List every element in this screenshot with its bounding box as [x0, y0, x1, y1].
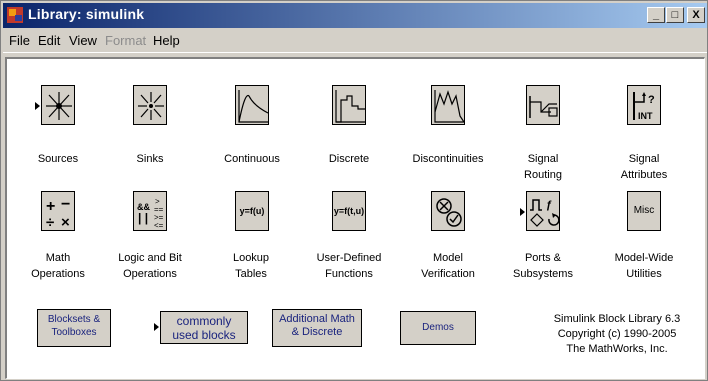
sinks-icon: [138, 92, 164, 120]
signal-routing-icon: [529, 96, 558, 118]
input-port-icon: [154, 323, 159, 331]
logic-bit-block[interactable]: && | | > == >= <=: [133, 191, 167, 231]
continuous-icon: [238, 90, 269, 123]
commonly-used-blocks-button[interactable]: commonly used blocks: [160, 311, 248, 344]
math-icon: + − ÷ ×: [46, 196, 70, 231]
input-port-icon: [520, 208, 525, 216]
model-wide-utilities-label: Model-Wide Utilities: [614, 252, 674, 280]
discontinuities-label: Discontinuities: [412, 153, 484, 165]
menu-edit[interactable]: Edit: [38, 33, 60, 48]
sinks-label: Sinks: [136, 153, 164, 165]
menu-help[interactable]: Help: [153, 33, 180, 48]
ports-subsystems-label: Ports & Subsystems: [513, 252, 573, 280]
menu-bar: File Edit View Format Help: [3, 29, 707, 53]
close-button[interactable]: X: [687, 7, 705, 23]
copyright-line-2: Copyright (c) 1990-2005: [557, 328, 677, 340]
math-operations-block[interactable]: + − ÷ ×: [41, 191, 75, 231]
svg-text:?: ?: [648, 94, 655, 106]
sources-label: Sources: [37, 153, 79, 165]
menu-file[interactable]: File: [9, 33, 30, 48]
model-verification-block[interactable]: [431, 191, 465, 231]
title-bar[interactable]: Library: simulink _ □ X: [3, 3, 707, 28]
sinks-block[interactable]: [133, 85, 167, 125]
demos-button[interactable]: Demos: [400, 311, 476, 345]
library-canvas: Sources Sinks Continuous Discrete Discon…: [5, 57, 705, 379]
discontinuities-block[interactable]: [431, 85, 465, 125]
output-port-icon: [560, 207, 566, 217]
svg-text:<=: <=: [154, 221, 164, 230]
maximize-button[interactable]: □: [666, 7, 684, 23]
copyright-line-1: Simulink Block Library 6.3: [553, 313, 681, 325]
signal-attributes-label: Signal Attributes: [620, 153, 668, 181]
sources-icon: [46, 92, 72, 120]
blocksets-toolboxes-button[interactable]: Blocksets & Toolboxes: [37, 309, 111, 347]
svg-text:| |: | |: [138, 211, 148, 225]
model-verification-icon: [436, 198, 462, 227]
user-defined-functions-label: User-Defined Functions: [316, 252, 382, 280]
input-port-icon: [35, 102, 40, 110]
additional-math-discrete-button[interactable]: Additional Math & Discrete: [272, 309, 362, 347]
svg-text:×: ×: [61, 214, 70, 231]
ports-icon: ƒ: [530, 199, 560, 227]
svg-text:INT: INT: [638, 111, 653, 121]
discontinuities-icon: [434, 90, 465, 123]
simulink-app-icon: [7, 7, 23, 23]
menu-view[interactable]: View: [69, 33, 97, 48]
library-window: Library: simulink _ □ X File Edit View F…: [0, 0, 708, 381]
window-title: Library: simulink: [28, 6, 145, 22]
signal-routing-block[interactable]: [526, 85, 560, 125]
copyright-line-3: The MathWorks, Inc.: [566, 343, 668, 355]
lookup-tables-block[interactable]: y=f(u): [235, 191, 269, 231]
continuous-block[interactable]: [235, 85, 269, 125]
sources-block[interactable]: [41, 85, 75, 125]
model-verification-label: Model Verification: [421, 252, 475, 280]
signal-attributes-block[interactable]: ? INT: [627, 85, 661, 125]
logic-bit-label: Logic and Bit Operations: [118, 252, 182, 280]
math-operations-label: Math Operations: [31, 252, 85, 280]
continuous-label: Continuous: [224, 153, 280, 165]
logic-icon: && | | > == >= <=: [137, 197, 164, 230]
signal-attributes-icon: ? INT: [633, 92, 655, 121]
ports-subsystems-block[interactable]: ƒ: [526, 191, 560, 231]
output-port-icon: [167, 101, 173, 111]
copyright-notice: Simulink Block Library 6.3 Copyright (c)…: [517, 312, 708, 357]
user-defined-functions-block[interactable]: y=f(t,u): [332, 191, 366, 231]
model-wide-utilities-block[interactable]: Misc: [627, 191, 661, 231]
output-port-icon: [248, 322, 254, 332]
svg-text:ƒ: ƒ: [546, 199, 552, 211]
lookup-tables-label: Lookup Tables: [232, 252, 270, 280]
svg-text:÷: ÷: [46, 214, 54, 231]
discrete-block[interactable]: [332, 85, 366, 125]
signal-routing-label: Signal Routing: [524, 153, 562, 181]
svg-text:+: +: [46, 198, 55, 215]
minimize-button[interactable]: _: [647, 7, 665, 23]
svg-text:−: −: [61, 196, 70, 213]
discrete-icon: [335, 90, 365, 123]
menu-format[interactable]: Format: [105, 33, 146, 48]
discrete-label: Discrete: [328, 153, 370, 165]
